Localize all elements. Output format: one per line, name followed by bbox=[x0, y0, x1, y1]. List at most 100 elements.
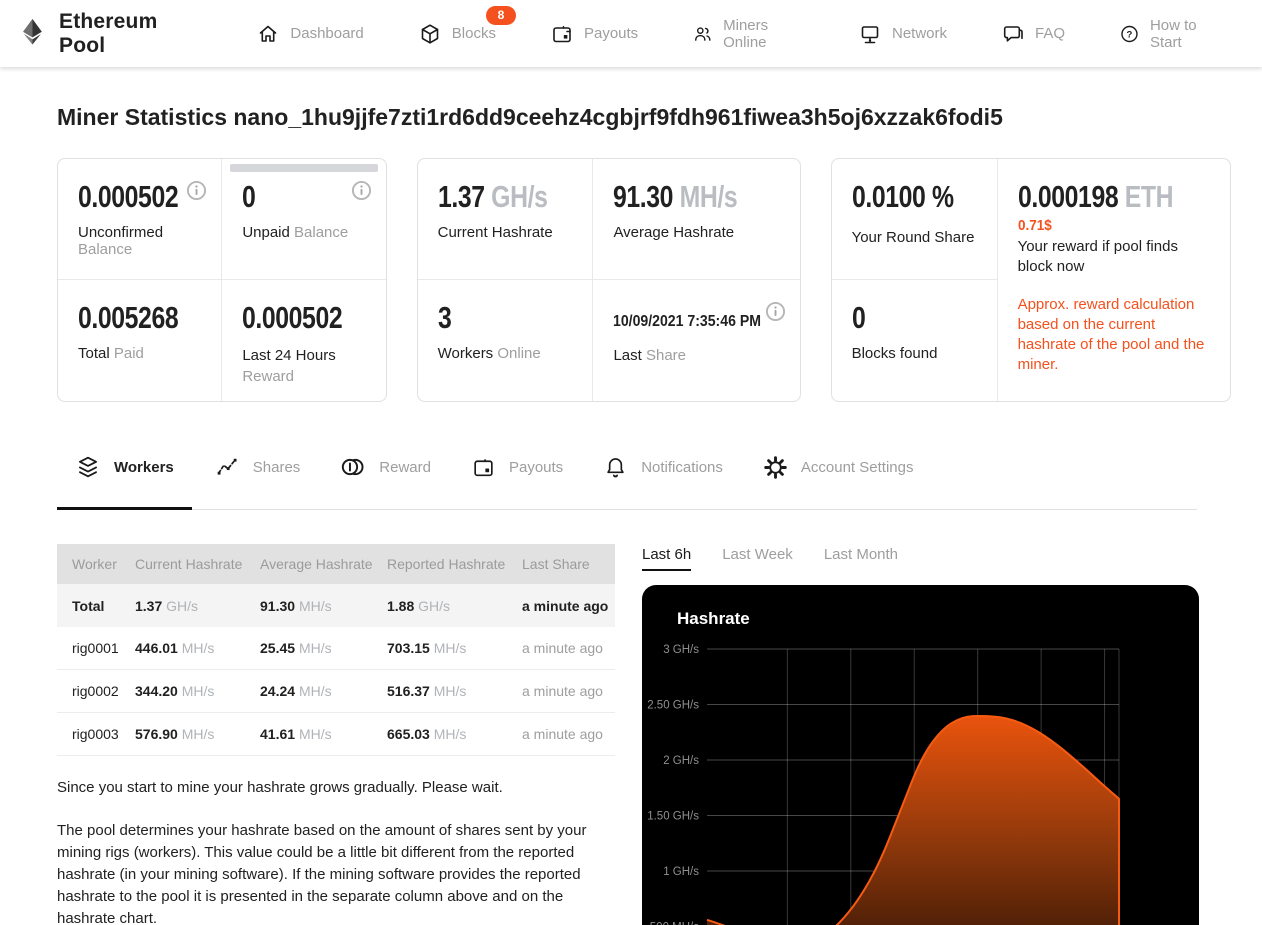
tab-label: Shares bbox=[252, 458, 301, 476]
tab-label: Payouts bbox=[508, 458, 564, 476]
top-navigation: Ethereum Pool Dashboard Blocks 8 Payouts… bbox=[0, 0, 1262, 67]
brand[interactable]: Ethereum Pool bbox=[20, 10, 204, 58]
nav-item-blocks[interactable]: Blocks 8 bbox=[418, 5, 516, 46]
info-icon[interactable] bbox=[351, 180, 372, 201]
chat-icon bbox=[1003, 25, 1023, 42]
stat-round-share: 0.0100 % Your Round Share bbox=[831, 159, 998, 280]
table-row[interactable]: rig0003 576.90 MH/s 41.61 MH/s 665.03 MH… bbox=[57, 713, 615, 756]
hashrate-area-chart-svg: 3 GH/s 2.50 GH/s 2 GH/s 1.50 GH/s 1 GH/s 500 … bbox=[647, 644, 1120, 925]
pool-explanation-paragraph: The pool determines your hashrate based … bbox=[57, 822, 587, 925]
hashrate-hint-paragraph: Since you start to mine your hashrate gr… bbox=[57, 779, 503, 796]
balance-card-group: 0.000502 Unconfirmed Balance 0 Unpaid Ba… bbox=[57, 158, 387, 402]
brand-title: Ethereum Pool bbox=[59, 9, 158, 57]
col-header-reported: Reported Hashrate bbox=[387, 556, 506, 572]
table-header-row: Worker Current Hashrate Average Hashrate… bbox=[57, 544, 615, 584]
layers-icon bbox=[79, 456, 97, 478]
stat-value: 1.37 GH/s bbox=[437, 179, 548, 214]
period-tab-last-6h[interactable]: Last 6h bbox=[642, 546, 692, 571]
stat-unpaid-balance: 0 Unpaid Balance bbox=[222, 159, 386, 280]
col-header-current: Current Hashrate bbox=[135, 556, 243, 572]
stat-label: Your Round Share bbox=[851, 229, 975, 246]
nav-item-faq[interactable]: FAQ bbox=[1001, 22, 1065, 46]
monitor-icon bbox=[861, 25, 879, 43]
tab-workers[interactable]: Workers bbox=[57, 425, 192, 510]
table-row[interactable]: rig0002 344.20 MH/s 24.24 MH/s 516.37 MH… bbox=[57, 670, 615, 713]
home-icon bbox=[260, 25, 277, 42]
chart-panel: Last 6h Last Week Last Month Hashrate 3 … bbox=[642, 510, 1199, 925]
gear-icon bbox=[764, 455, 787, 479]
blocks-count-badge: 8 bbox=[485, 5, 516, 25]
reward-note: Approx. reward calculation based on the … bbox=[1017, 295, 1205, 374]
chart-title: Hashrate bbox=[677, 609, 750, 628]
tab-label: Notifications bbox=[641, 458, 723, 476]
col-header-last-share: Last Share bbox=[522, 556, 590, 572]
unpaid-progress-bar bbox=[230, 164, 378, 172]
col-header-worker: Worker bbox=[72, 556, 117, 572]
stat-label: Last 24 Hours Reward bbox=[242, 347, 336, 385]
table-row[interactable]: rig0001 446.01 MH/s 25.45 MH/s 703.15 MH… bbox=[57, 627, 615, 670]
hashrate-chart[interactable]: Hashrate 3 GH/s 2.50 GH/s 2 GH/s 1.50 GH/s 1… bbox=[642, 585, 1199, 925]
svg-text:1.50 GH/s: 1.50 GH/s bbox=[647, 811, 699, 823]
stat-label: Average Hashrate bbox=[613, 224, 735, 241]
stat-value: 0.005268 bbox=[78, 300, 179, 335]
info-icon[interactable] bbox=[765, 301, 786, 322]
tab-notifications[interactable]: Notifications bbox=[585, 425, 741, 509]
nav-item-miners-online[interactable]: Miners Online bbox=[692, 17, 804, 51]
tab-label: Workers bbox=[114, 458, 174, 476]
tab-reward[interactable]: Reward bbox=[322, 425, 449, 509]
workers-panel: Worker Current Hashrate Average Hashrate… bbox=[57, 510, 615, 925]
period-tab-last-month[interactable]: Last Month bbox=[824, 546, 898, 571]
nav-label: Payouts bbox=[583, 25, 639, 42]
stat-label: Unconfirmed Balance bbox=[78, 224, 164, 258]
wallet-icon bbox=[553, 25, 571, 42]
tab-shares[interactable]: Shares bbox=[196, 425, 319, 509]
reward-card-group: 0.0100 % Your Round Share 0.000198 ETH 0… bbox=[830, 158, 1231, 402]
nav-label: Network bbox=[892, 25, 948, 42]
stat-unconfirmed-balance: 0.000502 Unconfirmed Balance bbox=[58, 159, 223, 280]
ethereum-logo-icon bbox=[20, 18, 45, 50]
stat-value: 3 bbox=[437, 300, 452, 335]
stat-label: Unpaid Balance bbox=[242, 224, 349, 241]
svg-text:1 GH/s: 1 GH/s bbox=[663, 866, 699, 878]
col-header-average: Average Hashrate bbox=[260, 556, 373, 572]
stat-last-share: 10/09/2021 7:35:46 PM Last Share bbox=[593, 280, 799, 401]
stat-label: Current Hashrate bbox=[437, 224, 553, 241]
tab-payouts[interactable]: Payouts bbox=[453, 425, 581, 509]
nav-item-how-to-start[interactable]: ? How to Start bbox=[1119, 17, 1222, 51]
bell-icon bbox=[607, 457, 624, 477]
stat-pool-reward: 0.000198 ETH 0.71$ Your reward if pool f… bbox=[998, 159, 1230, 401]
stat-last-24h-reward: 0.000502 Last 24 Hours Reward bbox=[222, 280, 385, 401]
stat-label: Workers Online bbox=[437, 345, 541, 362]
stat-value: 0.0100 % bbox=[851, 179, 954, 214]
page-title: Miner Statistics nano_1hu9jjfe7zti1rd6dd… bbox=[57, 104, 1003, 130]
nav-label: How to Start bbox=[1149, 16, 1197, 51]
stat-average-hashrate: 91.30 MH/s Average Hashrate bbox=[593, 159, 800, 280]
stat-value: 0 bbox=[851, 300, 866, 335]
svg-text:2 GH/s: 2 GH/s bbox=[663, 755, 699, 767]
stat-current-hashrate: 1.37 GH/s Current Hashrate bbox=[417, 159, 594, 280]
nav-items: Dashboard Blocks 8 Payouts Miners Online… bbox=[256, 5, 1222, 51]
help-icon: ? bbox=[1121, 25, 1138, 42]
period-tab-last-week[interactable]: Last Week bbox=[722, 546, 793, 571]
reward-usd: 0.71$ bbox=[1017, 217, 1052, 234]
chart-period-tabs: Last 6h Last Week Last Month bbox=[642, 546, 1199, 571]
stat-value: 0 bbox=[242, 179, 256, 214]
wallet-icon bbox=[474, 458, 493, 476]
table-row-total[interactable]: Total 1.37 GH/s 91.30 MH/s 1.88 GH/s a m… bbox=[57, 584, 615, 627]
stat-total-paid: 0.005268 Total Paid bbox=[58, 280, 223, 401]
reward-label: Your reward if pool finds block now bbox=[1017, 238, 1178, 276]
nav-label: Blocks bbox=[451, 25, 496, 42]
nav-item-payouts[interactable]: Payouts bbox=[550, 22, 638, 46]
stat-value: 91.30 MH/s bbox=[613, 179, 738, 214]
info-icon[interactable] bbox=[186, 180, 207, 201]
nav-item-dashboard[interactable]: Dashboard bbox=[256, 22, 364, 46]
stat-value: 0.000502 bbox=[78, 179, 179, 214]
nav-label: FAQ bbox=[1035, 25, 1066, 42]
stat-value: 0.000198 ETH bbox=[1017, 179, 1174, 214]
nav-label: Dashboard bbox=[290, 25, 364, 42]
tab-account-settings[interactable]: Account Settings bbox=[745, 425, 932, 509]
svg-text:500 MH/s: 500 MH/s bbox=[650, 922, 699, 925]
stat-blocks-found: 0 Blocks found bbox=[832, 280, 998, 401]
nav-item-network[interactable]: Network bbox=[858, 22, 947, 46]
last-share-timestamp: 10/09/2021 7:35:46 PM bbox=[613, 313, 762, 330]
